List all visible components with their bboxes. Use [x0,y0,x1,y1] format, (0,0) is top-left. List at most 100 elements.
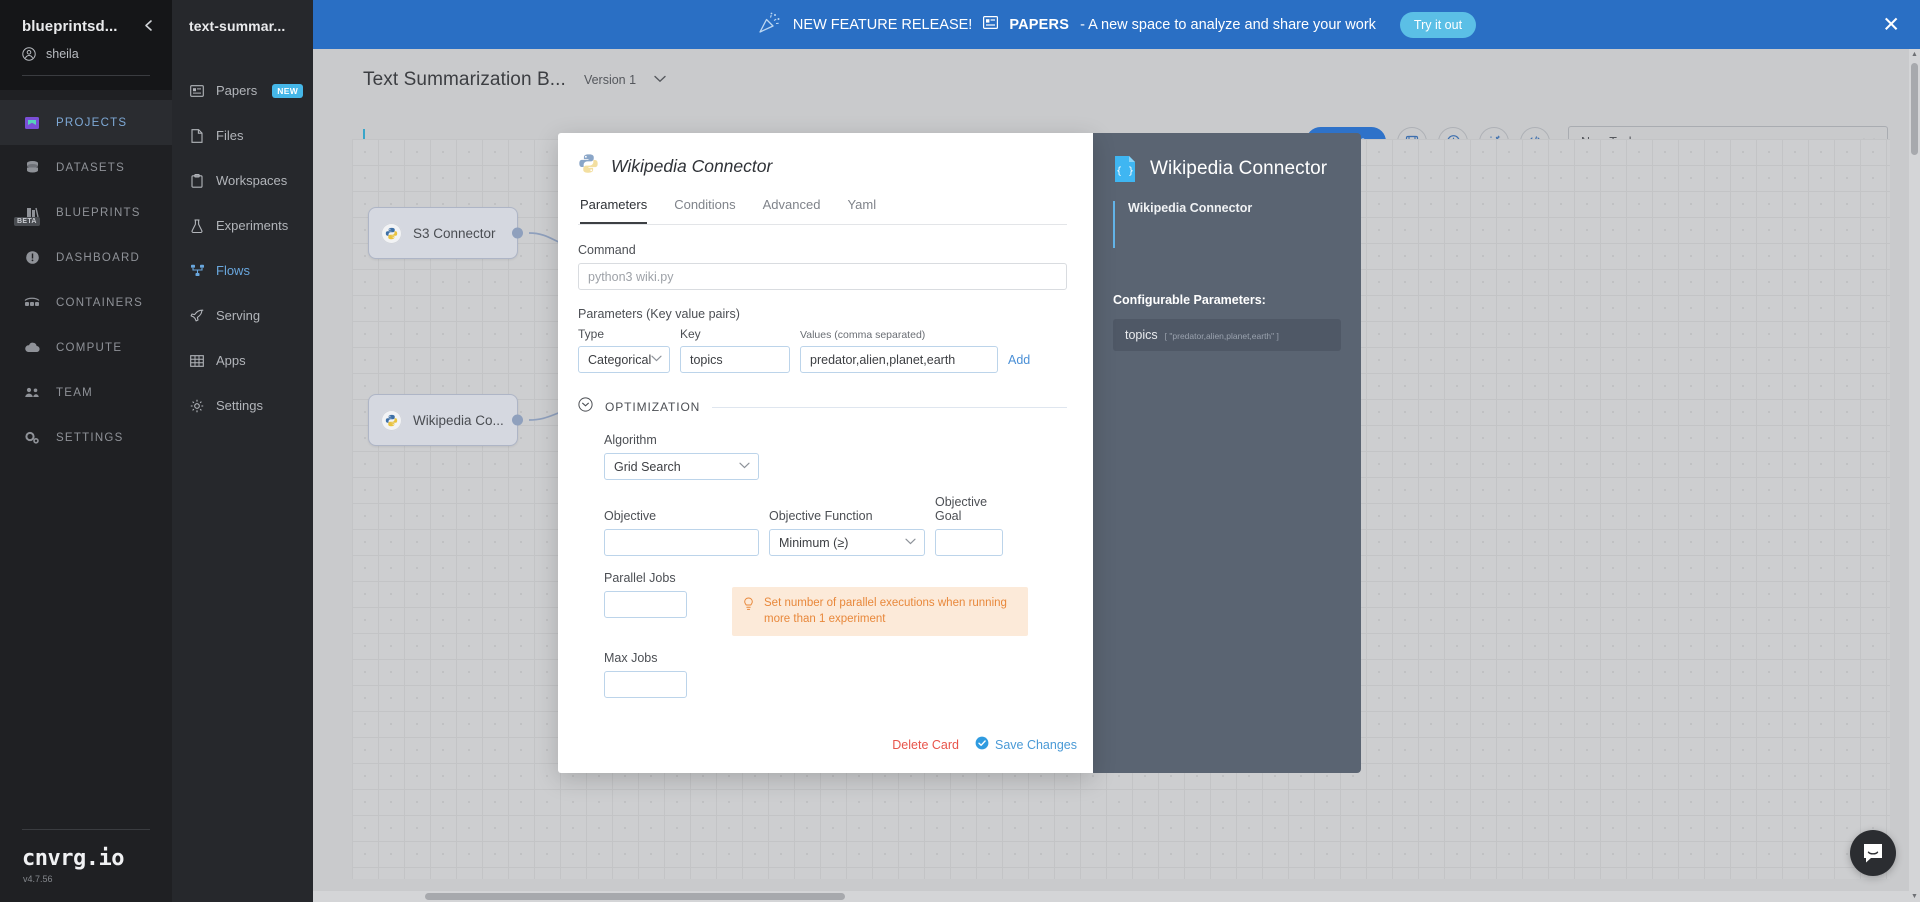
rocket-icon [189,309,205,323]
scroll-up-arrow[interactable]: ▲ [1909,49,1920,60]
beta-badge: BETA [14,217,40,226]
param-type-select[interactable]: Categorical [578,346,670,373]
sidebar-label: CONTAINERS [56,296,144,309]
horizontal-scrollbar[interactable] [313,891,1909,902]
parallel-jobs-input[interactable] [604,591,687,618]
key-column-header: Key [680,327,701,341]
sidebar-label: Files [216,128,244,143]
tab-advanced[interactable]: Advanced [763,197,821,224]
node-output-port[interactable] [512,414,523,426]
sidebar-item-flows[interactable]: Flows [172,248,313,293]
sidebar-item-project-settings[interactable]: Settings [172,383,313,428]
compute-icon [22,341,42,354]
sidebar-label: Serving [216,308,261,323]
vertical-scroll-thumb[interactable] [1911,63,1918,155]
sidebar-item-settings[interactable]: SETTINGS [0,415,172,460]
sidebar-item-workspaces[interactable]: Workspaces [172,158,313,203]
sidebar-item-projects[interactable]: PROJECTS [0,100,172,145]
chevron-down-icon [905,537,916,548]
flask-icon [189,218,205,233]
sidebar-label: Apps [216,353,246,368]
command-input[interactable] [578,263,1067,290]
max-jobs-input[interactable] [604,671,687,699]
sidebar-item-serving[interactable]: Serving [172,293,313,338]
card-settings-modal: Wikipedia Connector Parameters Condition… [558,133,1093,773]
optimization-section-header[interactable]: OPTIMIZATION [578,397,1067,417]
values-column-header: Values (comma separated) [800,329,926,341]
app-root: blueprintsd... sheila PROJECTS DATASETS … [0,0,1920,902]
objective-function-select[interactable]: Minimum (≥) [769,529,925,556]
flow-node-s3-connector[interactable]: S3 Connector [368,207,523,259]
tab-parameters[interactable]: Parameters [580,197,648,224]
sidebar-item-compute[interactable]: COMPUTE [0,325,172,370]
command-label: Command [578,243,636,257]
horizontal-scroll-thumb[interactable] [425,893,845,900]
sidebar-item-blueprints[interactable]: BETA BLUEPRINTS [0,190,172,235]
settings-icon [22,430,42,445]
objective-label: Objective [604,509,657,523]
optimization-body: Algorithm Grid Search Objective Objectiv… [578,417,1067,699]
objective-goal-input[interactable] [935,529,1003,556]
project-name: text-summar... [189,18,286,34]
datasets-icon [22,160,42,175]
sidebar-label: Settings [216,398,263,413]
sidebar-item-papers[interactable]: Papers NEW [172,68,313,113]
sidebar-label: TEAM [56,386,93,399]
sidebar-item-dashboard[interactable]: DASHBOARD [0,235,172,280]
save-changes-label: Save Changes [994,737,1077,752]
sidebar-item-team[interactable]: TEAM [0,370,172,415]
tab-conditions[interactable]: Conditions [674,197,735,224]
sidebar-item-datasets[interactable]: DATASETS [0,145,172,190]
banner-prefix: NEW FEATURE RELEASE! [792,16,973,33]
configurable-params-title: Configurable Parameters: [1113,293,1266,307]
parallel-jobs-hint: Set number of parallel executions when r… [732,587,1028,637]
delete-card-button[interactable]: Delete Card [892,738,959,752]
user-avatar-icon [22,47,36,61]
vertical-scrollbar[interactable]: ▲ ▼ [1909,49,1920,902]
team-icon [22,386,42,399]
modal-title: Wikipedia Connector [611,155,773,176]
sidebar-item-apps[interactable]: Apps [172,338,313,383]
sidebar-item-experiments[interactable]: Experiments [172,203,313,248]
param-key-input[interactable] [680,346,790,373]
objective-function-value: Minimum (≥) [779,535,849,550]
sidebar-item-containers[interactable]: CONTAINERS [0,280,172,325]
page-title-row: Text Summarization B... Version 1 [363,69,666,91]
param-values-input[interactable] [800,346,998,373]
python-icon [381,409,402,431]
footer-divider [22,829,150,830]
objective-input[interactable] [604,529,759,556]
close-icon[interactable]: ✕ [1882,14,1900,35]
tab-yaml[interactable]: Yaml [847,197,876,224]
chevron-left-icon[interactable] [143,19,154,35]
chevron-down-icon [739,461,750,472]
sidebar-item-files[interactable]: Files [172,113,313,158]
sidebar-label: Flows [216,263,250,278]
papers-icon [189,84,205,97]
json-doc-icon: { } [1113,155,1137,183]
objective-goal-label: Objective Goal [935,495,988,523]
gear-icon [189,399,205,413]
param-value: [ "predator,alien,planet,earth" ] [1164,331,1279,341]
save-changes-button[interactable]: Save Changes [975,736,1077,753]
add-parameter-link[interactable]: Add [1008,353,1030,373]
algorithm-value: Grid Search [614,459,681,474]
modal-footer: Delete Card Save Changes [892,736,1077,753]
user-row[interactable]: sheila [0,35,172,61]
chevron-down-circle-icon[interactable] [578,397,593,417]
scroll-down-arrow[interactable]: ▼ [1909,891,1920,902]
max-jobs-field: Max Jobs [604,651,687,699]
try-it-out-button[interactable]: Try it out [1399,11,1477,38]
flow-node-wikipedia-connector[interactable]: Wikipedia Co... [368,394,523,446]
parameter-row: Type Categorical Key Values (comma separ… [578,327,1067,373]
papers-banner-icon [983,16,999,33]
algorithm-select[interactable]: Grid Search [604,453,759,480]
banner-text: - A new space to analyze and share your … [1080,16,1376,33]
sidebar-label: Workspaces [216,173,288,188]
hint-text: Set number of parallel executions when r… [764,597,1007,625]
objective-function-label: Objective Function [769,509,873,523]
containers-icon [22,296,42,310]
parallel-jobs-row: Parallel Jobs Set number of parallel exe… [604,571,1067,637]
chevron-down-icon[interactable] [654,74,666,86]
node-output-port[interactable] [512,227,523,239]
